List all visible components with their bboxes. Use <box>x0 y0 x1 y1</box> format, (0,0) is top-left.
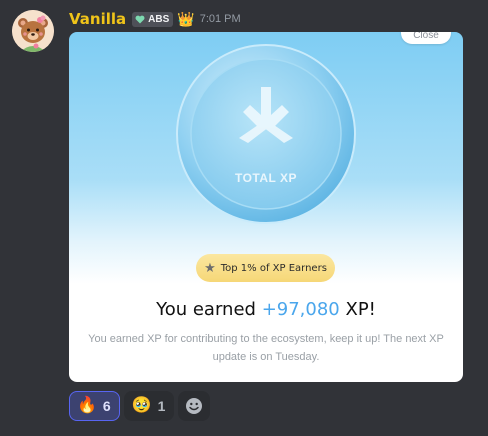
username[interactable]: Vanilla <box>69 10 126 28</box>
earned-prefix: You earned <box>156 299 262 320</box>
reaction-count: 6 <box>102 398 111 414</box>
earned-heading: You earned +97,080 XP! <box>69 299 463 320</box>
coin-icon <box>176 44 356 224</box>
xp-card: Close TOTAL XP ★ Top 1% of XP Earners Yo… <box>69 32 463 382</box>
crown-icon: 👑 <box>177 11 195 27</box>
fire-icon: 🔥 <box>77 397 97 414</box>
card-description: You earned XP for contributing to the ec… <box>88 333 444 363</box>
bear-avatar-icon <box>12 10 54 52</box>
smiley-icon <box>186 398 203 414</box>
reaction-teary-face[interactable]: 🥹 1 <box>123 391 175 421</box>
coin-label: TOTAL XP <box>234 171 297 185</box>
rank-badge-label: Top 1% of XP Earners <box>220 262 327 274</box>
avatar[interactable] <box>12 10 54 52</box>
reaction-fire[interactable]: 🔥 6 <box>69 391 120 421</box>
server-tag-label: ABS <box>148 13 170 25</box>
total-xp-coin: TOTAL XP <box>173 41 359 227</box>
timestamp: 7:01 PM <box>199 13 241 25</box>
reaction-count: 1 <box>157 398 166 414</box>
message-header: Vanilla ABS 👑 7:01 PM <box>69 9 241 29</box>
rank-badge: ★ Top 1% of XP Earners <box>196 254 335 282</box>
close-button[interactable]: Close <box>401 32 451 44</box>
server-tag[interactable]: ABS <box>132 11 174 27</box>
heart-icon <box>135 15 145 23</box>
star-icon: ★ <box>204 260 216 276</box>
add-reaction-button[interactable] <box>178 391 211 421</box>
earned-suffix: XP! <box>339 299 376 320</box>
xp-amount: +97,080 <box>261 299 340 320</box>
teary-face-icon: 🥹 <box>131 397 152 414</box>
reaction-bar: 🔥 6 🥹 1 <box>69 391 211 421</box>
